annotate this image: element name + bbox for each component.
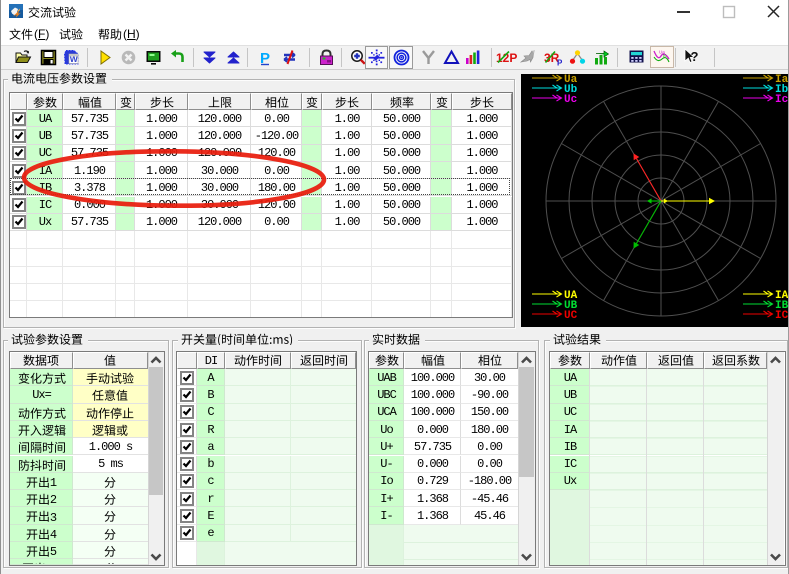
svg-text:P: P xyxy=(260,50,270,66)
svg-text:P: P xyxy=(557,59,563,67)
svg-text:Uc: Uc xyxy=(564,94,577,106)
svg-text:Ic: Ic xyxy=(775,94,788,106)
svg-text:?: ? xyxy=(691,49,699,64)
svg-text:UC: UC xyxy=(564,310,578,322)
svg-text:IC: IC xyxy=(775,310,788,322)
